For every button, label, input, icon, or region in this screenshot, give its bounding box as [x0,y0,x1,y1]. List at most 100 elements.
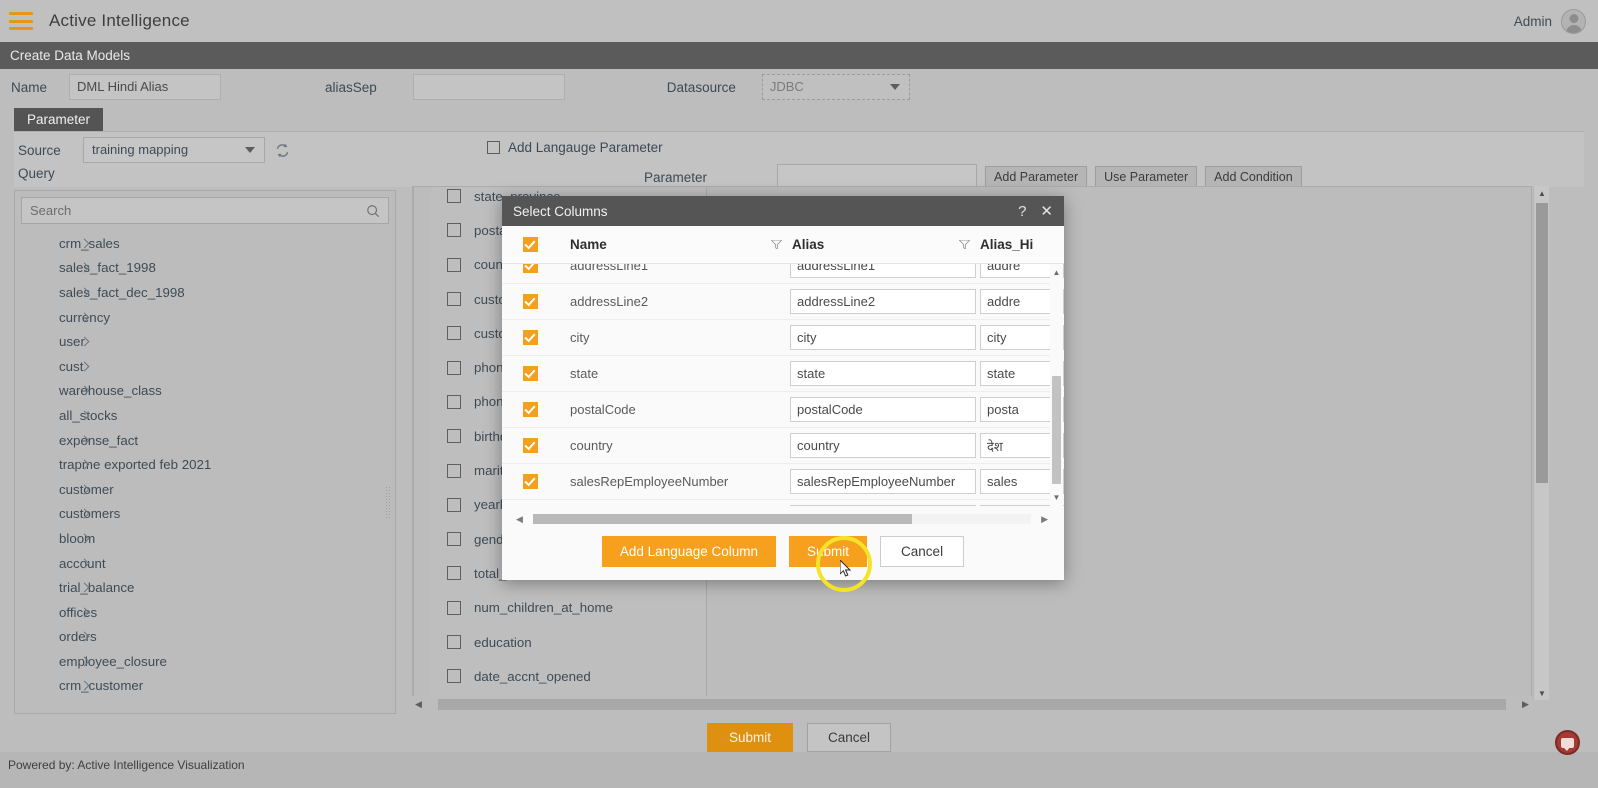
alias-input[interactable] [790,325,976,350]
row-checkbox[interactable] [502,294,558,309]
refresh-icon[interactable] [274,142,291,159]
grid-scroll-right-icon[interactable]: ▶ [1041,514,1048,525]
tree-scrollbar[interactable] [385,231,393,703]
tree-item[interactable]: user [21,329,385,354]
main-scroll-thumb[interactable] [1536,203,1548,483]
grid-scroll-thumb[interactable] [1052,376,1061,484]
tree-item[interactable]: account [21,551,385,576]
grid-row[interactable]: country [502,428,1064,464]
name-input[interactable]: DML Hindi Alias [69,74,221,100]
row-checkbox[interactable] [502,474,558,489]
grid-row[interactable]: salesRepEmployeeNumber [502,464,1064,500]
tree-item[interactable]: trial_balance [21,575,385,600]
source-select[interactable]: training mapping [83,137,265,163]
scroll-up-icon[interactable]: ▲ [1534,186,1550,200]
column-checkbox[interactable] [447,635,461,649]
alias-input[interactable] [790,361,976,386]
tree-item[interactable]: sales_fact_dec_1998 [21,280,385,305]
grid-row[interactable]: addressLine2 [502,284,1064,320]
hamburger-icon[interactable] [9,12,33,30]
tree-item[interactable]: all_stocks [21,403,385,428]
column-checkbox[interactable] [447,292,461,307]
grid-vertical-scrollbar[interactable]: ▲ ▼ [1050,264,1063,506]
aliassep-input[interactable] [412,74,565,100]
tree-list[interactable]: crm_sales sales_fact_1998 sales_fact_dec_1… [21,231,385,703]
add-language-column-button[interactable]: Add Language Column [601,536,777,567]
select-all-checkbox[interactable] [502,237,558,252]
row-checkbox[interactable] [502,330,558,345]
dialog-cancel-button[interactable]: Cancel [880,536,965,567]
search-input[interactable]: Search [21,197,389,224]
chat-bubble-icon[interactable] [1555,730,1580,755]
grid-scroll-up-icon[interactable]: ▲ [1050,266,1063,279]
grid-row[interactable]: city [502,320,1064,356]
tree-item[interactable]: customerstates [21,698,385,703]
main-vertical-scrollbar[interactable]: ▲ ▼ [1533,186,1549,700]
grid-hscroll-thumb[interactable] [532,514,912,524]
filter-icon[interactable] [762,240,790,249]
tree-item[interactable]: sales_fact_1998 [21,256,385,281]
grid-scroll-left-icon[interactable]: ◀ [516,514,523,525]
tree-item[interactable]: bloom [21,526,385,551]
alias-input[interactable] [790,469,976,494]
tree-item[interactable]: currency [21,305,385,330]
scroll-down-icon[interactable]: ▼ [1534,686,1550,700]
page-cancel-button[interactable]: Cancel [807,722,892,752]
grid-horizontal-scrollbar[interactable]: ◀ ▶ [516,512,1048,526]
column-checkbox[interactable] [447,360,461,375]
column-header-alias[interactable]: Alias [790,237,950,252]
add-language-parameter-checkbox[interactable] [487,141,500,154]
tree-item[interactable]: employee_closure [21,649,385,674]
filter-icon[interactable] [950,240,978,249]
alias-input[interactable] [790,505,976,506]
column-list-item[interactable]: num_children_at_home [431,591,706,625]
dialog-submit-button[interactable]: Submit [789,536,868,567]
hscroll-thumb[interactable] [438,698,1506,710]
column-checkbox[interactable] [447,257,461,272]
alias-input[interactable] [790,433,976,458]
column-list-item[interactable]: education [431,625,706,659]
grid-scroll-down-icon[interactable]: ▼ [1050,491,1063,504]
add-language-parameter-checkbox-row[interactable]: Add Langauge Parameter [487,140,663,155]
column-checkbox[interactable] [447,326,461,341]
column-header-name[interactable]: Name [558,237,762,252]
column-checkbox[interactable] [447,189,461,204]
user-avatar-icon[interactable] [1561,8,1586,34]
tree-item[interactable]: orders [21,625,385,650]
grid-row[interactable]: postalCode [502,392,1064,428]
column-checkbox[interactable] [447,394,461,409]
column-checkbox[interactable] [447,223,461,238]
row-checkbox[interactable] [502,366,558,381]
scroll-left-icon[interactable]: ◀ [412,699,425,710]
grid-row[interactable]: creditLimit [502,500,1064,506]
tree-item[interactable]: offices [21,600,385,625]
datasource-select[interactable]: JDBC [761,74,910,100]
scroll-right-icon[interactable]: ▶ [1519,699,1532,710]
tree-item[interactable]: expense_fact [21,428,385,453]
alias-input[interactable] [790,397,976,422]
row-checkbox[interactable] [502,264,558,273]
alias-input[interactable] [790,264,976,278]
search-icon[interactable] [366,204,380,218]
columns-panel-hscrollbar[interactable]: ◀ ▶ [412,696,1532,712]
tree-item[interactable]: trapme exported feb 2021 [21,452,385,477]
column-checkbox[interactable] [447,429,461,444]
tree-item[interactable]: warehouse_class [21,379,385,404]
grid-hscroll-track[interactable] [532,514,1032,524]
tab-parameter[interactable]: Parameter [14,108,104,132]
column-checkbox[interactable] [447,669,461,684]
column-checkbox[interactable] [447,600,461,615]
grid-row[interactable]: addressLine1 [502,264,1064,284]
question-mark-icon[interactable]: ? [1018,204,1026,219]
column-checkbox[interactable] [447,497,461,512]
column-header-alias-hi[interactable]: Alias_Hi [978,237,1033,252]
tree-item[interactable]: crm_customer [21,674,385,699]
column-list-item[interactable]: date_accnt_opened [431,659,706,693]
column-checkbox[interactable] [447,566,461,581]
page-submit-button[interactable]: Submit [706,722,793,752]
tree-item[interactable]: cust [21,354,385,379]
alias-input[interactable] [790,289,976,314]
grid-row[interactable]: state [502,356,1064,392]
column-checkbox[interactable] [447,532,461,547]
tree-item[interactable]: customers [21,502,385,527]
